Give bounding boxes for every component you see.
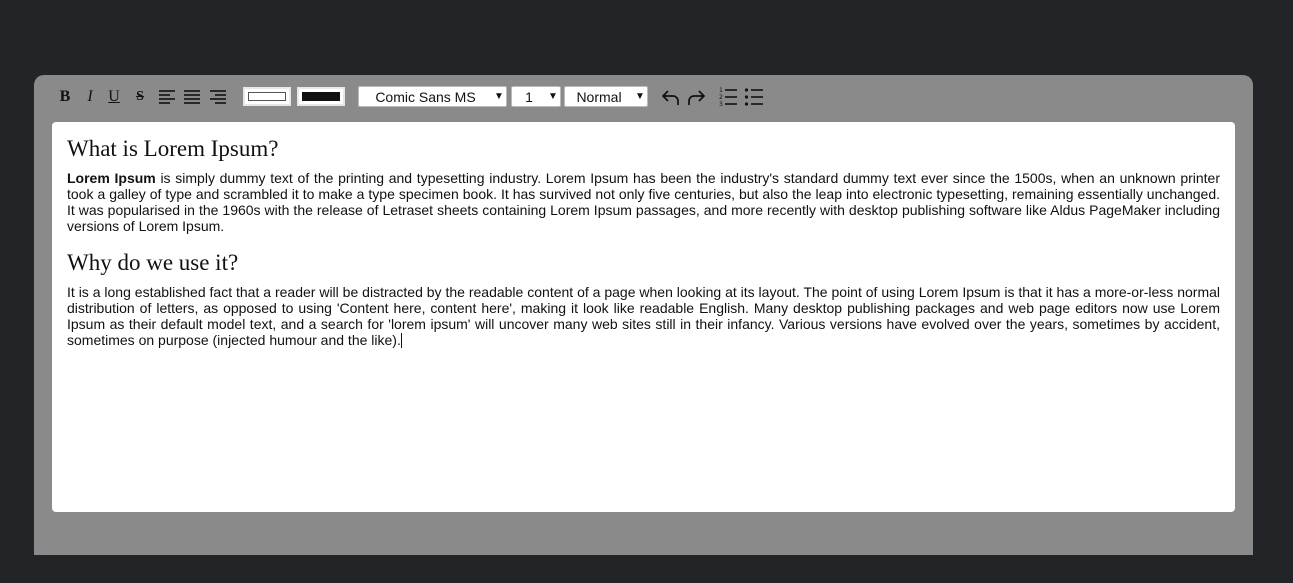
block-format-value: Normal bbox=[576, 88, 622, 105]
paragraph-2: It is a long established fact that a rea… bbox=[67, 284, 1220, 348]
paragraph-2-text: It is a long established fact that a rea… bbox=[67, 284, 1220, 348]
editor-container: B I U S Comic Sans MS ▼ 1 ▼ Normal ▼ 1 2… bbox=[34, 75, 1253, 555]
align-right-button[interactable] bbox=[208, 86, 228, 108]
block-format-select[interactable]: Normal ▼ bbox=[564, 86, 648, 107]
bold-button[interactable]: B bbox=[57, 86, 73, 108]
bold-lorem-ipsum: Lorem Ipsum bbox=[67, 170, 156, 186]
text-color-picker[interactable] bbox=[243, 87, 291, 106]
heading-why-do-we-use-it: Why do we use it? bbox=[67, 250, 239, 275]
unordered-list-icon bbox=[744, 88, 763, 106]
italic-button[interactable]: I bbox=[82, 86, 98, 108]
font-family-value: Comic Sans MS bbox=[375, 88, 476, 105]
chevron-down-icon: ▼ bbox=[548, 91, 558, 102]
undo-icon bbox=[661, 90, 679, 105]
text-cursor bbox=[400, 333, 402, 348]
chevron-down-icon: ▼ bbox=[635, 91, 645, 102]
ordered-list-icon: 123 bbox=[719, 87, 737, 107]
svg-text:3: 3 bbox=[719, 101, 723, 107]
background-color-picker[interactable] bbox=[297, 87, 345, 106]
font-size-value: 1 bbox=[525, 88, 533, 105]
svg-text:2: 2 bbox=[719, 94, 723, 101]
editor-content-area[interactable]: What is Lorem Ipsum? Lorem Ipsum is simp… bbox=[52, 122, 1235, 512]
undo-button[interactable] bbox=[660, 86, 682, 108]
align-justify-icon bbox=[184, 90, 200, 104]
align-right-icon bbox=[210, 90, 226, 104]
redo-icon bbox=[688, 90, 706, 105]
ordered-list-button[interactable]: 123 bbox=[717, 86, 739, 108]
align-left-icon bbox=[159, 90, 175, 104]
paragraph-1: Lorem Ipsum is simply dummy text of the … bbox=[67, 170, 1220, 234]
strikethrough-button[interactable]: S bbox=[132, 86, 148, 108]
underline-button[interactable]: U bbox=[106, 86, 122, 108]
heading-what-is-lorem-ipsum: What is Lorem Ipsum? bbox=[67, 136, 279, 161]
font-family-select[interactable]: Comic Sans MS ▼ bbox=[358, 86, 507, 107]
unordered-list-button[interactable] bbox=[743, 86, 765, 108]
align-left-button[interactable] bbox=[157, 86, 177, 108]
editor-toolbar: B I U S Comic Sans MS ▼ 1 ▼ Normal ▼ 1 2… bbox=[34, 75, 1253, 121]
svg-text:1: 1 bbox=[719, 87, 723, 94]
font-size-select[interactable]: 1 ▼ bbox=[511, 86, 561, 107]
redo-button[interactable] bbox=[685, 86, 707, 108]
align-justify-button[interactable] bbox=[182, 86, 202, 108]
chevron-down-icon: ▼ bbox=[494, 91, 504, 102]
paragraph-1-text: is simply dummy text of the printing and… bbox=[67, 170, 1220, 234]
